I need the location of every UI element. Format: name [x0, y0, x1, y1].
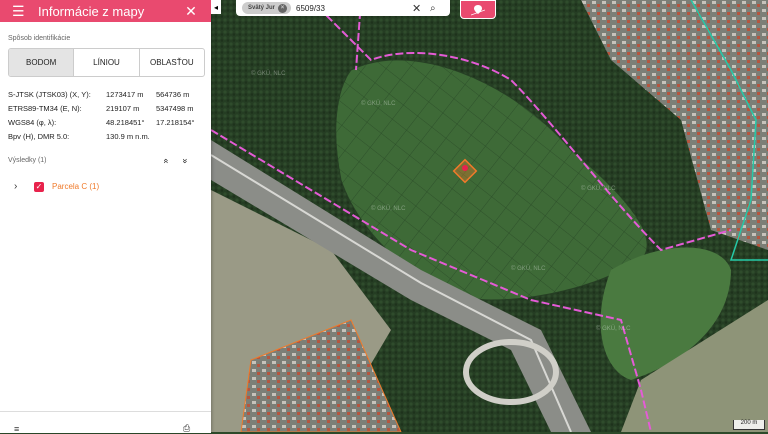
coord-label: S-JTSK (JTSK03) (X, Y):	[8, 89, 91, 99]
map-watermark: © GKÚ, NLC	[371, 205, 406, 212]
print-icon[interactable]: ⎙	[183, 423, 190, 434]
panel-title: Informácie z mapy	[38, 3, 145, 19]
filter-chip-label: Svätý Jur	[248, 5, 276, 11]
coord-label: Bpv (H), DMR 5.0:	[8, 131, 70, 141]
coordinates-table: S-JTSK (JTSK03) (X, Y): 1273417 m 564736…	[8, 87, 206, 143]
panel-footer: ≡ ⎙	[0, 411, 211, 434]
clear-search-icon[interactable]: ✕	[412, 2, 424, 15]
chevron-right-icon[interactable]: ›	[14, 181, 24, 192]
map-watermark: © GKÚ, NLC	[361, 100, 396, 107]
menu-icon[interactable]: ☰	[12, 4, 30, 18]
clear-results-icon[interactable]: ≡	[14, 424, 19, 434]
identify-point-marker	[462, 165, 468, 171]
mode-area-button[interactable]: OBLASŤOU	[138, 49, 204, 76]
collapse-panel-button[interactable]: ◂	[211, 0, 221, 14]
results-controls: « »	[162, 156, 191, 166]
info-panel: ☰ Informácie z mapy ✕ Spôsob identifikác…	[0, 0, 211, 434]
coord-value-1: 48.218451°	[106, 117, 145, 127]
search-input[interactable]: 6509/33	[296, 4, 412, 13]
coord-value-2: 5347498 m	[156, 103, 194, 113]
map-watermark: © GKÚ, NLC	[251, 70, 286, 77]
coord-value-2: 17.218154°	[156, 117, 195, 127]
identification-mode-group: BODOM LÍNIOU OBLASŤOU	[8, 48, 205, 77]
coord-value-1: 1273417 m	[106, 89, 144, 99]
coord-label: ETRS89-TM34 (E, N):	[8, 103, 82, 113]
filter-chip[interactable]: Svätý Jur ×	[242, 2, 292, 14]
identification-label: Spôsob identifikácie	[8, 35, 71, 42]
identify-tool-button[interactable]	[460, 0, 496, 19]
close-icon[interactable]: ✕	[183, 3, 199, 20]
result-checkbox[interactable]: ✓	[34, 181, 44, 192]
coord-value-1: 130.9 m n.m.	[106, 131, 150, 141]
coord-value-1: 219107 m	[106, 103, 140, 113]
map-canvas[interactable]: © GKÚ, NLC © GKÚ, NLC © GKÚ, NLC © GKÚ, NLC…	[211, 0, 768, 432]
map-watermark: © GKÚ, NLC	[596, 325, 631, 332]
panel-header: ☰ Informácie z mapy ✕	[0, 0, 211, 22]
coord-label: WGS84 (φ, λ):	[8, 117, 57, 127]
coord-row: S-JTSK (JTSK03) (X, Y): 1273417 m 564736…	[8, 87, 206, 101]
mode-line-button[interactable]: LÍNIOU	[73, 49, 138, 76]
expand-all-icon[interactable]: »	[181, 158, 191, 163]
coord-value-2: 564736 m	[156, 89, 190, 99]
collapse-all-icon[interactable]: «	[162, 158, 172, 163]
scale-bar: 200 m	[733, 420, 765, 430]
search-bar[interactable]: Svätý Jur × 6509/33 ✕ ⌕	[236, 0, 450, 16]
coord-row: WGS84 (φ, λ): 48.218451° 17.218154°	[8, 115, 206, 129]
map-watermark: © GKÚ, NLC	[511, 265, 546, 272]
coord-row: Bpv (H), DMR 5.0: 130.9 m n.m.	[8, 129, 206, 143]
chip-remove-icon[interactable]: ×	[278, 3, 288, 13]
mode-point-button[interactable]: BODOM	[9, 49, 74, 76]
result-item[interactable]: › ✓ Parcela C (1)	[14, 181, 99, 192]
results-label: Výsledky (1)	[8, 157, 47, 164]
coord-row: ETRS89-TM34 (E, N): 219107 m 5347498 m	[8, 101, 206, 115]
result-item-label[interactable]: Parcela C (1)	[52, 182, 99, 191]
map-watermark: © GKÚ, NLC	[581, 185, 616, 192]
search-icon[interactable]: ⌕	[430, 3, 444, 14]
map-pin-icon	[471, 4, 485, 15]
